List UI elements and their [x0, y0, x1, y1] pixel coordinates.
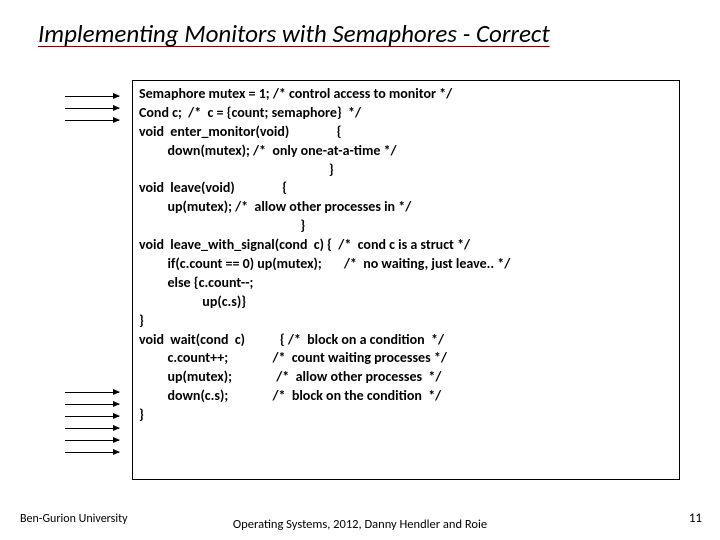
code-line: Semaphore mutex = 1; /* control access t…: [139, 85, 673, 104]
code-line: c.count++; /* count waiting processes */: [139, 349, 673, 368]
page-number: 11: [689, 511, 702, 526]
arrow-group-top: [65, 96, 119, 132]
arrow-icon: [65, 120, 119, 121]
arrow-icon: [65, 108, 119, 109]
code-line: up(mutex); /* allow other processes */: [139, 368, 673, 387]
code-line: Cond c; /* c = {count; semaphore} */: [139, 104, 673, 123]
code-line: up(c.s)}: [139, 293, 673, 312]
arrow-icon: [65, 428, 119, 429]
footer-center: Operating Systems, 2012, Danny Hendler a…: [180, 517, 540, 532]
code-line: }: [139, 312, 673, 331]
arrow-icon: [65, 452, 119, 453]
code-line: }: [139, 161, 673, 180]
arrow-icon: [65, 96, 119, 97]
arrow-icon: [65, 416, 119, 417]
arrow-group-bottom: [65, 392, 119, 464]
code-line: void leave_with_signal(cond c) { /* cond…: [139, 236, 673, 255]
arrow-icon: [65, 404, 119, 405]
code-line: up(mutex); /* allow other processes in *…: [139, 198, 673, 217]
code-line: }: [139, 217, 673, 236]
arrow-icon: [65, 392, 119, 393]
arrow-icon: [65, 440, 119, 441]
code-line: else {c.count--;: [139, 274, 673, 293]
code-line: down(mutex); /* only one-at-a-time */: [139, 142, 673, 161]
code-line: down(c.s); /* block on the condition */: [139, 387, 673, 406]
footer-left: Ben-Gurion University: [20, 512, 128, 526]
code-line: void leave(void) {: [139, 179, 673, 198]
code-line: }: [139, 406, 673, 425]
code-line: void wait(cond c) { /* block on a condit…: [139, 331, 673, 350]
slide-title: Implementing Monitors with Semaphores - …: [0, 0, 720, 49]
code-line: if(c.count == 0) up(mutex); /* no waitin…: [139, 255, 673, 274]
code-line: void enter_monitor(void) {: [139, 123, 673, 142]
code-box: Semaphore mutex = 1; /* control access t…: [132, 80, 680, 480]
